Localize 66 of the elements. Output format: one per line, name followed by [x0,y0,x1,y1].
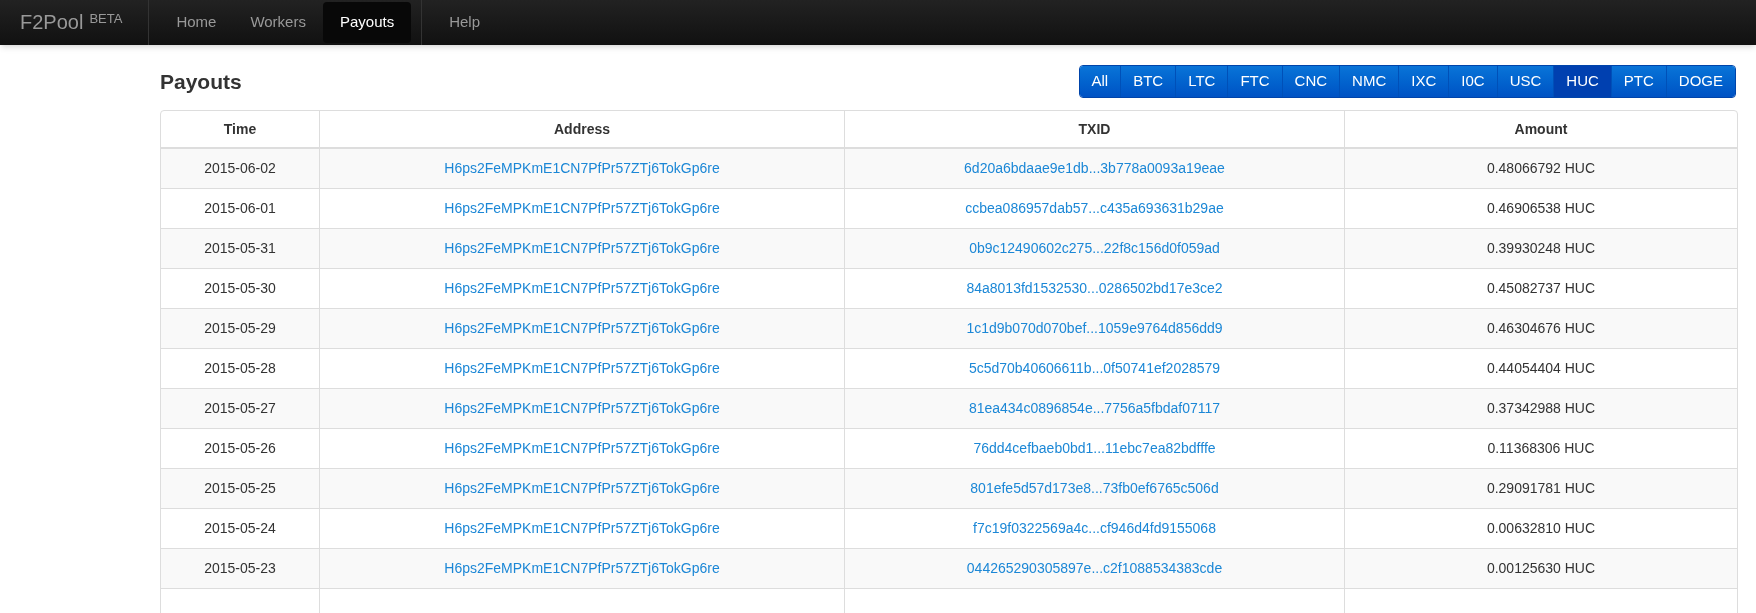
nav-link[interactable]: Home [159,0,234,45]
txid-link[interactable]: 044265290305897e...c2f1088534383cde [966,558,1223,579]
time-cell-text: 2015-05-27 [204,399,276,418]
amount-cell-text: 0.48066792 HUC [1486,159,1596,178]
column-header: Address [554,119,610,139]
column-header: TXID [1078,119,1111,139]
address-link[interactable]: H6ps2FeMPKmE1CN7PfPr57ZTj6TokGp6re [444,518,720,539]
time-cell-text: 2015-05-25 [204,479,276,498]
amount-cell-text: 0.29091781 HUC [1486,479,1596,498]
amount-cell-text: 0.00632810 HUC [1486,519,1596,538]
address-link[interactable]: H6ps2FeMPKmE1CN7PfPr57ZTj6TokGp6re [444,478,720,499]
nav-link[interactable]: Help [432,0,497,45]
time-cell-text: 2015-05-23 [204,559,276,578]
address-link[interactable]: H6ps2FeMPKmE1CN7PfPr57ZTj6TokGp6re [444,238,720,259]
coin-filter-button[interactable]: LTC [1175,66,1228,97]
coin-filter-button[interactable]: DOGE [1665,66,1735,97]
address-link[interactable]: H6ps2FeMPKmE1CN7PfPr57ZTj6TokGp6re [444,318,720,339]
address-link[interactable]: H6ps2FeMPKmE1CN7PfPr57ZTj6TokGp6re [444,198,720,219]
txid-link[interactable]: f7c19f0322569a4c...cf946d4fd9155068 [973,518,1216,539]
address-link[interactable]: H6ps2FeMPKmE1CN7PfPr57ZTj6TokGp6re [444,278,720,299]
amount-cell-text: 0.37342988 HUC [1486,399,1596,418]
amount-cell-text: 0.00125630 HUC [1486,559,1596,578]
txid-link[interactable]: 6d20a6bdaae9e1db...3b778a0093a19eae [964,158,1225,179]
txid-link[interactable]: 5c5d70b40606611b...0f50741ef2028579 [968,358,1221,379]
coin-filter-button[interactable]: PTC [1610,66,1666,97]
amount-cell-text: 0.46906538 HUC [1486,199,1596,218]
time-cell-text: 2015-05-28 [204,359,276,378]
amount-cell-text: 0.45082737 HUC [1486,279,1596,298]
coin-filter-button[interactable]: FTC [1227,66,1282,97]
column-header: Time [223,119,257,139]
amount-cell-text: 0.11368306 HUC [1487,439,1595,458]
coin-filter-button[interactable]: All [1079,66,1121,97]
coin-filter-button[interactable]: NMC [1339,66,1399,97]
column-header: Amount [1514,119,1568,139]
coin-filter-button[interactable]: USC [1496,66,1554,97]
address-link[interactable]: H6ps2FeMPKmE1CN7PfPr57ZTj6TokGp6re [444,158,720,179]
coin-filter-button[interactable]: BTC [1120,66,1176,97]
txid-link[interactable]: 801efe5d57d173e8...73fb0ef6765c506d [970,478,1219,499]
time-cell-text: 2015-06-01 [204,199,276,218]
address-link[interactable]: H6ps2FeMPKmE1CN7PfPr57ZTj6TokGp6re [444,398,720,419]
coin-filter-button[interactable]: CNC [1281,66,1340,97]
address-link[interactable]: H6ps2FeMPKmE1CN7PfPr57ZTj6TokGp6re [444,358,720,379]
address-link[interactable]: H6ps2FeMPKmE1CN7PfPr57ZTj6TokGp6re [444,438,720,459]
coin-filter-button[interactable]: I0C [1448,66,1497,97]
page-title: Payouts [160,68,242,95]
txid-link[interactable]: ccbea086957dab57...c435a693631b29ae [965,198,1224,219]
address-link[interactable]: H6ps2FeMPKmE1CN7PfPr57ZTj6TokGp6re [444,558,720,579]
time-cell-text: 2015-05-26 [204,439,276,458]
time-cell-text: 2015-05-24 [204,519,276,538]
amount-cell-text: 0.39930248 HUC [1486,239,1596,258]
txid-link[interactable]: 76dd4cefbaeb0bd1...11ebc7ea82bdfffe [973,438,1216,459]
coin-filter-button[interactable]: IXC [1398,66,1449,97]
txid-link[interactable]: 1c1d9b070d070bef...1059e9764d856dd9 [966,318,1223,339]
amount-cell-text: 0.46304676 HUC [1486,319,1596,338]
txid-link[interactable]: 84a8013fd1532530...0286502bd17e3ce2 [966,278,1223,299]
nav-link[interactable]: Workers [233,0,323,45]
brand-logo[interactable]: F2Pool BETA [0,0,150,45]
time-cell-text: 2015-05-31 [204,239,276,258]
amount-cell-text: 0.44054404 HUC [1486,359,1596,378]
nav-link[interactable]: Payouts [322,2,412,43]
time-cell-text: 2015-05-30 [204,279,276,298]
time-cell-text: 2015-05-29 [204,319,276,338]
txid-link[interactable]: 0b9c12490602c275...22f8c156d0f059ad [969,238,1220,259]
coin-filter-button[interactable]: HUC [1553,66,1611,97]
time-cell-text: 2015-06-02 [204,159,276,178]
txid-link[interactable]: 81ea434c0896854e...7756a5fbdaf07117 [968,398,1221,419]
